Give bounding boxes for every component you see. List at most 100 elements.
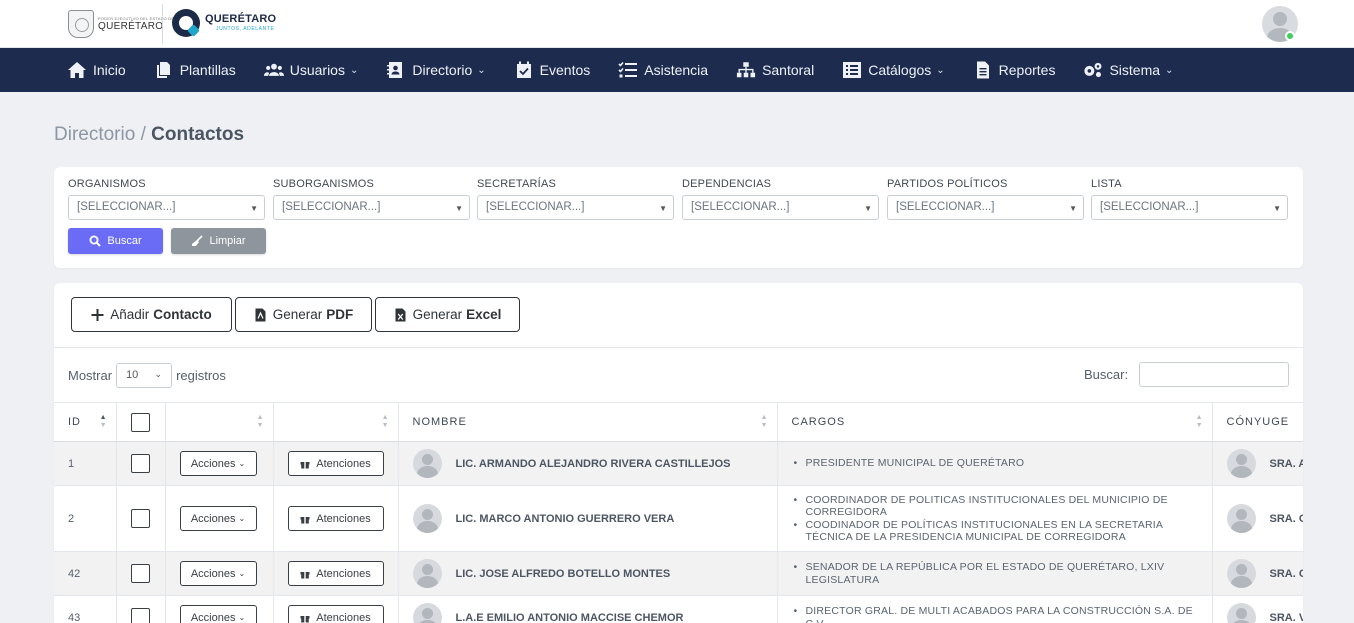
cell-conyuge: SRA. V bbox=[1212, 595, 1303, 623]
sort-icon: ▲ ▼ bbox=[1195, 414, 1204, 429]
cell-id: 1 bbox=[54, 441, 117, 486]
add-contact-button[interactable]: Añadir Contacto bbox=[71, 297, 232, 332]
nav-usuarios[interactable]: Usuarios ⌄ bbox=[263, 48, 358, 92]
select-value: [SELECCIONAR...] bbox=[896, 201, 995, 213]
search-icon bbox=[89, 235, 102, 247]
spouse-name: SRA. G bbox=[1269, 512, 1304, 525]
filter-organismos: ORGANISMOS [SELECCIONAR...] ▼ bbox=[68, 178, 265, 220]
dependencias-select[interactable]: [SELECCIONAR...] ▼ bbox=[682, 195, 879, 220]
col-header-id[interactable]: ID ▲ ▼ bbox=[54, 402, 117, 442]
caret-down-icon: ▼ bbox=[1273, 204, 1281, 213]
cell-attentions: Atenciones bbox=[273, 441, 399, 486]
select-all-checkbox[interactable] bbox=[131, 412, 150, 432]
row-checkbox[interactable] bbox=[131, 608, 150, 623]
filter-label: ORGANISMOS bbox=[68, 178, 146, 190]
cell-conyuge: SRA. G bbox=[1212, 485, 1304, 552]
chevron-down-icon: ⌄ bbox=[936, 64, 945, 76]
search-button[interactable]: Buscar bbox=[68, 228, 163, 254]
clear-button[interactable]: Limpiar bbox=[171, 228, 266, 254]
col-header-attentions[interactable]: ▲ ▼ bbox=[273, 402, 399, 442]
table-search-input[interactable] bbox=[1139, 362, 1289, 387]
row-checkbox[interactable] bbox=[131, 454, 150, 473]
row-checkbox[interactable] bbox=[131, 564, 150, 583]
select-value: [SELECCIONAR...] bbox=[77, 201, 176, 213]
chevron-down-icon: ⌄ bbox=[477, 64, 486, 76]
col-header-cargos[interactable]: CARGOS ▲ ▼ bbox=[777, 402, 1213, 442]
chevron-down-icon: ⌄ bbox=[1165, 64, 1174, 76]
col-header-label: NOMBRE bbox=[412, 416, 467, 428]
contact-name[interactable]: LIC. ARMANDO ALEJANDRO RIVERA CASTILLEJO… bbox=[456, 458, 731, 470]
contact-name[interactable]: LIC. MARCO ANTONIO GUERRERO VERA bbox=[456, 513, 675, 525]
file-pdf-icon bbox=[255, 308, 266, 321]
nav-inicio[interactable]: Inicio bbox=[67, 48, 126, 92]
nav-reportes[interactable]: Reportes bbox=[973, 48, 1055, 92]
nav-catalogos[interactable]: Catálogos ⌄ bbox=[842, 48, 945, 92]
cell-actions: Acciones ⌄ bbox=[165, 485, 274, 552]
table-row: 1 Acciones ⌄ Atenciones LIC. ARMANDO ALEJ… bbox=[54, 441, 1304, 486]
cell-nombre: L.A.E EMILIO ANTONIO MACCISE CHEMOR bbox=[398, 595, 778, 623]
generate-excel-button[interactable]: Generar Excel bbox=[375, 297, 520, 332]
state-seal-icon bbox=[68, 10, 94, 38]
online-status-icon bbox=[1285, 31, 1295, 41]
nav-asistencia[interactable]: Asistencia bbox=[618, 48, 708, 92]
add-contact-prefix: Añadir bbox=[110, 307, 150, 322]
show-label: Mostrar bbox=[68, 368, 113, 383]
breadcrumb-parent[interactable]: Directorio bbox=[54, 124, 135, 145]
spouse-name: SRA. A bbox=[1269, 457, 1304, 470]
row-attentions-button[interactable]: Atenciones bbox=[287, 451, 384, 476]
queretaro-brand-logo[interactable]: QUERÉTARO JUNTOS, ADELANTE bbox=[172, 9, 276, 37]
col-header-conyuge[interactable]: CÓNYUGE bbox=[1212, 402, 1303, 442]
nav-plantillas[interactable]: Plantillas bbox=[154, 48, 236, 92]
organismos-select[interactable]: [SELECCIONAR...] ▼ bbox=[68, 195, 265, 220]
row-attentions-button[interactable]: Atenciones bbox=[287, 506, 384, 531]
nav-sistema[interactable]: Sistema ⌄ bbox=[1083, 48, 1173, 92]
generate-pdf-button[interactable]: Generar PDF bbox=[235, 297, 372, 332]
row-actions-label: Acciones bbox=[190, 457, 236, 470]
records-label: registros bbox=[176, 368, 226, 383]
row-actions-button[interactable]: Acciones ⌄ bbox=[179, 561, 257, 586]
contacts-card: Añadir Contacto Generar PDF Generar Excel M… bbox=[54, 283, 1303, 623]
cell-id: 42 bbox=[54, 551, 117, 596]
row-actions-button[interactable]: Acciones ⌄ bbox=[179, 506, 257, 531]
search-button-label: Buscar bbox=[107, 235, 142, 247]
row-actions-button[interactable]: Acciones ⌄ bbox=[179, 605, 257, 623]
contact-avatar bbox=[412, 603, 442, 623]
address-book-icon bbox=[387, 62, 403, 78]
page-size-select[interactable]: 10 ⌄ bbox=[116, 363, 173, 388]
contact-name[interactable]: LIC. JOSE ALFREDO BOTELLO MONTES bbox=[456, 568, 671, 580]
partidos-select[interactable]: [SELECCIONAR...] ▼ bbox=[887, 195, 1084, 220]
secretarias-select[interactable]: [SELECCIONAR...] ▼ bbox=[477, 195, 674, 220]
select-value: [SELECCIONAR...] bbox=[486, 201, 585, 213]
cell-id: 2 bbox=[54, 485, 117, 552]
nav-santoral[interactable]: Santoral bbox=[736, 48, 814, 92]
brand-tagline: JUNTOS, ADELANTE bbox=[216, 26, 275, 32]
cell-conyuge: SRA. A bbox=[1212, 441, 1304, 486]
col-header-nombre[interactable]: NOMBRE ▲ ▼ bbox=[398, 402, 778, 442]
table-search-label: Buscar: bbox=[1084, 367, 1129, 382]
row-checkbox[interactable] bbox=[131, 509, 150, 528]
cell-cargos: PRESIDENTE MUNICIPAL DE QUERÉTARO bbox=[777, 441, 1213, 486]
row-attentions-button[interactable]: Atenciones bbox=[287, 605, 384, 623]
nav-eventos[interactable]: Eventos bbox=[514, 48, 590, 92]
suborganismos-select[interactable]: [SELECCIONAR...] ▼ bbox=[273, 195, 470, 220]
state-logo[interactable]: PODER EJECUTIVO DEL ESTADO DE QUERÉTARO bbox=[68, 8, 174, 40]
contact-name[interactable]: L.A.E EMILIO ANTONIO MACCISE CHEMOR bbox=[456, 612, 684, 623]
checklist-icon bbox=[618, 61, 638, 78]
row-attentions-button[interactable]: Atenciones bbox=[287, 561, 384, 586]
add-contact-bold: Contacto bbox=[153, 307, 212, 322]
filters-card: ORGANISMOS [SELECCIONAR...] ▼ SUBORGANISM… bbox=[54, 167, 1303, 268]
col-header-label: CÓNYUGE bbox=[1226, 416, 1290, 428]
gift-icon bbox=[300, 461, 310, 468]
cargo-item: SENADOR DE LA REPÚBLICA POR EL ESTADO DE… bbox=[792, 561, 1198, 586]
logo-divider bbox=[162, 4, 163, 44]
row-actions-button[interactable]: Acciones ⌄ bbox=[179, 451, 257, 476]
sort-asc-icon: ▲ ▼ bbox=[99, 414, 108, 429]
row-attentions-label: Atenciones bbox=[316, 512, 371, 525]
nav-directorio[interactable]: Directorio ⌄ bbox=[386, 48, 486, 92]
gears-icon bbox=[1084, 62, 1102, 78]
home-icon bbox=[68, 62, 86, 78]
col-header-actions[interactable]: ▲ ▼ bbox=[165, 402, 274, 442]
table-row: 42 Acciones ⌄ Atenciones LIC. JOSE ALFRED… bbox=[54, 551, 1303, 596]
lista-select[interactable]: [SELECCIONAR...] ▼ bbox=[1091, 195, 1288, 220]
filter-dependencias: DEPENDENCIAS [SELECCIONAR...] ▼ bbox=[682, 178, 879, 220]
